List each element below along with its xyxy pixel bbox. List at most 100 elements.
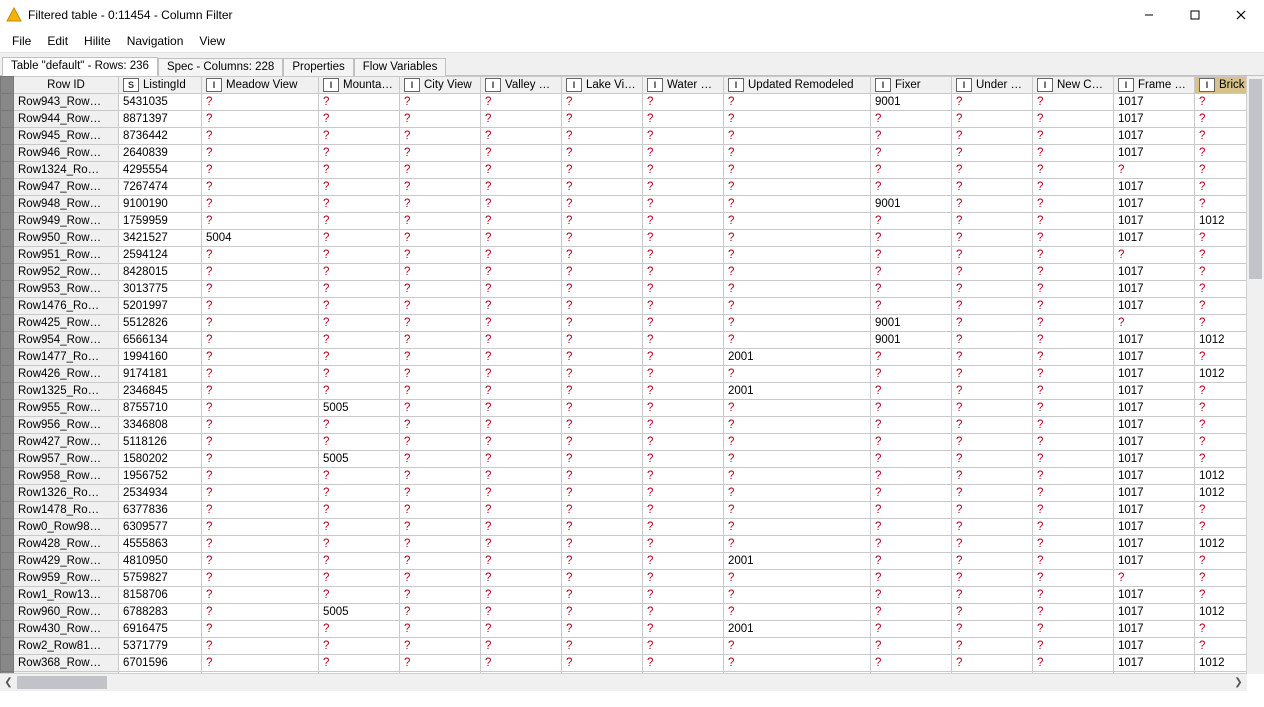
cell-mountain[interactable]: ? (319, 570, 400, 587)
col-header-lake[interactable]: ILake View (562, 77, 643, 94)
cell-meadow[interactable]: ? (202, 621, 319, 638)
cell-meadow[interactable]: ? (202, 349, 319, 366)
cell-meadow[interactable]: ? (202, 536, 319, 553)
cell-city[interactable]: ? (400, 502, 481, 519)
cell-updated[interactable]: 2001 (724, 383, 871, 400)
row-id-cell[interactable]: Row953_Row… (14, 281, 119, 298)
cell-lake[interactable]: ? (562, 536, 643, 553)
table-row[interactable]: Row947_Row…7267474??????????1017?? (1, 179, 1248, 196)
cell-under[interactable]: ? (952, 434, 1033, 451)
cell-under[interactable]: ? (952, 264, 1033, 281)
cell-lake[interactable]: ? (562, 162, 643, 179)
cell-listing[interactable]: 5512826 (119, 315, 202, 332)
cell-city[interactable]: ? (400, 281, 481, 298)
cell-newco[interactable]: ? (1033, 553, 1114, 570)
cell-fixer[interactable]: 9001 (871, 196, 952, 213)
cell-valley[interactable]: ? (481, 570, 562, 587)
cell-mountain[interactable]: ? (319, 655, 400, 672)
cell-newco[interactable]: ? (1033, 332, 1114, 349)
cell-valley[interactable]: ? (481, 536, 562, 553)
cell-brick[interactable]: ? (1195, 553, 1248, 570)
row-stub[interactable] (1, 519, 14, 536)
cell-updated[interactable]: ? (724, 94, 871, 111)
cell-lake[interactable]: ? (562, 570, 643, 587)
cell-fixer[interactable]: ? (871, 655, 952, 672)
cell-mountain[interactable]: ? (319, 230, 400, 247)
cell-frame[interactable]: 1017 (1114, 655, 1195, 672)
cell-meadow[interactable]: ? (202, 417, 319, 434)
cell-city[interactable]: ? (400, 111, 481, 128)
cell-updated[interactable]: ? (724, 604, 871, 621)
table-row[interactable]: Row954_Row…6566134???????9001??10171012? (1, 332, 1248, 349)
cell-listing[interactable]: 6788283 (119, 604, 202, 621)
cell-under[interactable]: ? (952, 502, 1033, 519)
row-stub[interactable] (1, 213, 14, 230)
row-stub[interactable] (1, 298, 14, 315)
cell-updated[interactable]: ? (724, 655, 871, 672)
cell-mountain[interactable]: ? (319, 332, 400, 349)
col-header-fixer[interactable]: IFixer (871, 77, 952, 94)
cell-brick[interactable]: ? (1195, 230, 1248, 247)
cell-lake[interactable]: ? (562, 196, 643, 213)
row-id-cell[interactable]: Row0_Row98… (14, 519, 119, 536)
cell-brick[interactable]: ? (1195, 587, 1248, 604)
cell-fixer[interactable]: 9001 (871, 315, 952, 332)
row-stub[interactable] (1, 281, 14, 298)
cell-frame[interactable]: 1017 (1114, 621, 1195, 638)
cell-lake[interactable]: ? (562, 400, 643, 417)
row-id-cell[interactable]: Row427_Row… (14, 434, 119, 451)
cell-mountain[interactable]: 5005 (319, 604, 400, 621)
table-row[interactable]: Row952_Row…8428015??????????1017?? (1, 264, 1248, 281)
cell-valley[interactable]: ? (481, 400, 562, 417)
row-id-cell[interactable]: Row425_Row… (14, 315, 119, 332)
cell-water[interactable]: ? (643, 536, 724, 553)
cell-fixer[interactable]: 9001 (871, 332, 952, 349)
cell-fixer[interactable]: ? (871, 128, 952, 145)
minimize-button[interactable] (1126, 0, 1172, 30)
cell-newco[interactable]: ? (1033, 145, 1114, 162)
cell-water[interactable]: ? (643, 485, 724, 502)
cell-frame[interactable]: 1017 (1114, 604, 1195, 621)
row-id-cell[interactable]: Row430_Row… (14, 621, 119, 638)
cell-under[interactable]: ? (952, 298, 1033, 315)
cell-newco[interactable]: ? (1033, 213, 1114, 230)
row-stub[interactable] (1, 349, 14, 366)
cell-water[interactable]: ? (643, 468, 724, 485)
cell-updated[interactable]: ? (724, 281, 871, 298)
cell-valley[interactable]: ? (481, 264, 562, 281)
cell-city[interactable]: ? (400, 553, 481, 570)
cell-listing[interactable]: 8736442 (119, 128, 202, 145)
col-header-newco[interactable]: INew Co… (1033, 77, 1114, 94)
cell-updated[interactable]: ? (724, 264, 871, 281)
row-id-cell[interactable]: Row947_Row… (14, 179, 119, 196)
cell-newco[interactable]: ? (1033, 128, 1114, 145)
cell-brick[interactable]: 1012 (1195, 655, 1248, 672)
cell-brick[interactable]: ? (1195, 417, 1248, 434)
cell-frame[interactable]: 1017 (1114, 502, 1195, 519)
row-id-cell[interactable]: Row429_Row… (14, 553, 119, 570)
cell-lake[interactable]: ? (562, 349, 643, 366)
cell-meadow[interactable]: ? (202, 196, 319, 213)
cell-meadow[interactable]: ? (202, 638, 319, 655)
cell-frame[interactable]: 1017 (1114, 230, 1195, 247)
cell-valley[interactable]: ? (481, 434, 562, 451)
cell-frame[interactable]: 1017 (1114, 264, 1195, 281)
cell-lake[interactable]: ? (562, 451, 643, 468)
row-stub[interactable] (1, 621, 14, 638)
cell-frame[interactable]: 1017 (1114, 111, 1195, 128)
vertical-scrollbar[interactable] (1246, 76, 1264, 674)
close-button[interactable] (1218, 0, 1264, 30)
col-header-listing[interactable]: SListingId (119, 77, 202, 94)
cell-frame[interactable]: ? (1114, 247, 1195, 264)
row-stub[interactable] (1, 366, 14, 383)
cell-brick[interactable]: ? (1195, 196, 1248, 213)
cell-water[interactable]: ? (643, 502, 724, 519)
cell-valley[interactable]: ? (481, 655, 562, 672)
cell-water[interactable]: ? (643, 315, 724, 332)
cell-fixer[interactable]: ? (871, 213, 952, 230)
cell-newco[interactable]: ? (1033, 434, 1114, 451)
cell-city[interactable]: ? (400, 162, 481, 179)
cell-updated[interactable]: ? (724, 230, 871, 247)
vertical-scroll-thumb[interactable] (1249, 79, 1262, 279)
cell-valley[interactable]: ? (481, 502, 562, 519)
